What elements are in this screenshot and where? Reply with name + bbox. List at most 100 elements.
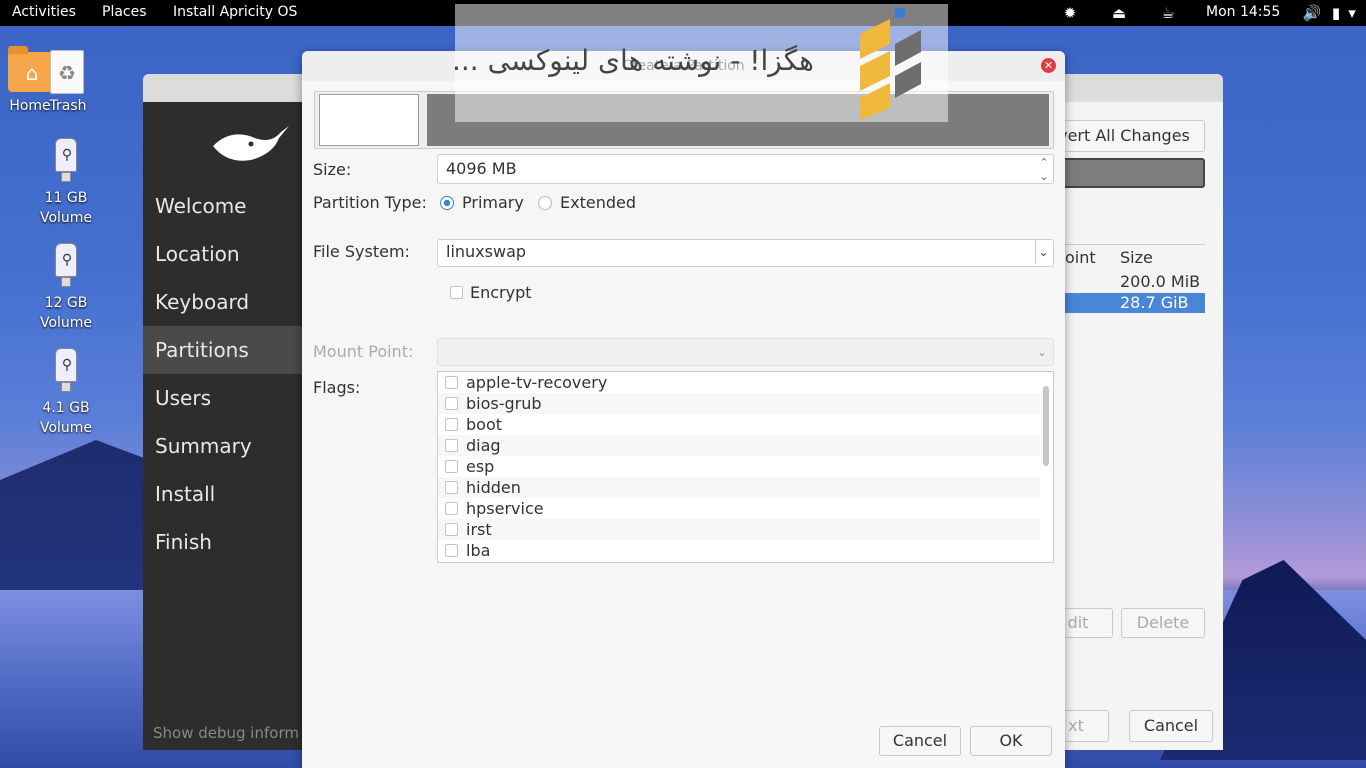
encrypt-checkbox[interactable] — [450, 286, 463, 299]
flag-checkbox[interactable] — [445, 460, 458, 473]
flag-checkbox[interactable] — [445, 523, 458, 536]
primary-radio[interactable] — [440, 196, 454, 210]
places-menu[interactable]: Places — [102, 4, 147, 20]
activities-button[interactable]: Activities — [12, 4, 76, 20]
file-system-select[interactable]: linuxswap ⌄ — [437, 239, 1054, 267]
new-partition-segment — [319, 94, 419, 146]
flag-label: esp — [466, 457, 495, 476]
flag-item[interactable]: diag — [438, 435, 1040, 456]
debug-info-button[interactable]: Show debug inform — [153, 724, 299, 742]
volume-size: 4.1 GB — [42, 400, 90, 416]
desktop-volume-2[interactable]: ⚲ 12 GB Volume — [21, 243, 111, 333]
flag-checkbox[interactable] — [445, 376, 458, 389]
table-row-selected[interactable]: 28.7 GiB — [1043, 293, 1205, 313]
narwhal-logo-icon — [213, 126, 289, 161]
sidebar-item-summary[interactable]: Summary — [143, 422, 302, 470]
primary-label[interactable]: Primary — [462, 193, 524, 212]
volume-label: Volume — [39, 210, 93, 226]
sidebar-item-welcome[interactable]: Welcome — [143, 182, 302, 230]
spin-up-icon[interactable]: ⌃ — [1037, 156, 1051, 169]
desktop-volume-1[interactable]: ⚲ 11 GB Volume — [21, 138, 111, 228]
flag-label: apple-tv-recovery — [466, 373, 608, 392]
caffeine-icon[interactable]: ☕ — [1158, 3, 1178, 23]
create-partition-dialog: Create a Partition ✕ Size: 4096 MB ⌃ ⌄ P… — [302, 51, 1065, 768]
trash-label: Trash — [49, 98, 87, 114]
trash-icon: ♻ — [50, 50, 84, 94]
flag-label: lba — [466, 541, 491, 560]
table-row-size: 28.7 GiB — [1120, 293, 1189, 312]
table-row-size[interactable]: 200.0 MiB — [1120, 272, 1200, 291]
volume-icon[interactable]: 🔊 — [1302, 3, 1322, 23]
flag-item[interactable]: lba — [438, 540, 1040, 561]
usb-drive-icon: ⚲ — [55, 348, 77, 392]
flag-label: boot — [466, 415, 503, 434]
spin-down-icon[interactable]: ⌄ — [1037, 170, 1051, 183]
flag-label: hidden — [466, 478, 521, 497]
watermark-text: هگزا! - نوشته های لینوکسی ... — [452, 44, 814, 77]
size-spinbox[interactable]: 4096 MB ⌃ ⌄ — [437, 154, 1054, 184]
flag-item[interactable]: esp — [438, 456, 1040, 477]
partition-type-label: Partition Type: — [313, 193, 427, 212]
watermark-logo-icon — [860, 8, 921, 120]
flag-label: diag — [466, 436, 501, 455]
extended-label[interactable]: Extended — [560, 193, 636, 212]
flags-label: Flags: — [313, 378, 361, 397]
eject-icon[interactable]: ⏏ — [1109, 3, 1129, 23]
flag-checkbox[interactable] — [445, 481, 458, 494]
flag-checkbox[interactable] — [445, 418, 458, 431]
chevron-down-icon[interactable]: ▾ — [1342, 3, 1362, 23]
volume-label: Volume — [39, 315, 93, 331]
mount-point-select[interactable]: ⌄ — [437, 338, 1054, 366]
usb-drive-icon: ⚲ — [55, 138, 77, 182]
house-icon: ⌂ — [25, 61, 39, 85]
mount-point-label: Mount Point: — [313, 342, 414, 361]
flag-item[interactable]: bios-grub — [438, 393, 1040, 414]
flag-item[interactable]: hidden — [438, 477, 1040, 498]
usb-drive-icon: ⚲ — [55, 243, 77, 287]
sidebar-item-install[interactable]: Install — [143, 470, 302, 518]
flags-list[interactable]: apple-tv-recovery bios-grub boot diag es… — [437, 371, 1054, 563]
flags-scrollbar[interactable] — [1043, 386, 1049, 466]
extended-radio[interactable] — [538, 196, 552, 210]
sidebar-item-users[interactable]: Users — [143, 374, 302, 422]
file-system-label: File System: — [313, 242, 410, 261]
file-system-value: linuxswap — [446, 242, 527, 261]
close-icon[interactable]: ✕ — [1041, 58, 1056, 73]
dialog-cancel-button[interactable]: Cancel — [879, 726, 961, 756]
desktop-volume-3[interactable]: ⚲ 4.1 GB Volume — [21, 348, 111, 438]
dialog-ok-button[interactable]: OK — [970, 726, 1052, 756]
flag-checkbox[interactable] — [445, 397, 458, 410]
column-mount-point[interactable]: oint — [1065, 248, 1096, 267]
column-size[interactable]: Size — [1120, 248, 1153, 267]
sidebar-item-finish[interactable]: Finish — [143, 518, 302, 566]
flag-label: bios-grub — [466, 394, 542, 413]
flag-item[interactable]: boot — [438, 414, 1040, 435]
chevron-down-icon: ⌄ — [1036, 345, 1047, 359]
size-label: Size: — [313, 160, 352, 179]
flag-item[interactable]: hpservice — [438, 498, 1040, 519]
cancel-button[interactable]: Cancel — [1129, 710, 1213, 742]
chevron-down-icon[interactable]: ⌄ — [1035, 240, 1051, 264]
sidebar-item-location[interactable]: Location — [143, 230, 302, 278]
settings-gear-icon[interactable]: ✹ — [1060, 3, 1080, 23]
delete-button[interactable]: Delete — [1121, 608, 1205, 638]
sidebar-item-partitions[interactable]: Partitions — [143, 326, 302, 374]
installer-sidebar: Welcome Location Keyboard Partitions Use… — [143, 102, 302, 750]
table-divider — [1043, 244, 1205, 245]
revert-all-changes-button[interactable]: vert All Changes — [1043, 120, 1205, 152]
sidebar-item-keyboard[interactable]: Keyboard — [143, 278, 302, 326]
flag-item[interactable]: apple-tv-recovery — [438, 372, 1040, 393]
volume-label: Volume — [39, 420, 93, 436]
volume-size: 11 GB — [44, 190, 88, 206]
flag-checkbox[interactable] — [445, 544, 458, 557]
flag-checkbox[interactable] — [445, 502, 458, 515]
app-menu[interactable]: Install Apricity OS — [173, 4, 297, 20]
clock[interactable]: Mon 14:55 — [1206, 4, 1280, 20]
flag-item[interactable]: irst — [438, 519, 1040, 540]
flag-label: irst — [466, 520, 492, 539]
size-value: 4096 MB — [446, 159, 517, 178]
flag-label: hpservice — [466, 499, 544, 518]
home-folder-icon: ⌂ — [8, 46, 56, 92]
encrypt-label[interactable]: Encrypt — [470, 283, 532, 302]
flag-checkbox[interactable] — [445, 439, 458, 452]
